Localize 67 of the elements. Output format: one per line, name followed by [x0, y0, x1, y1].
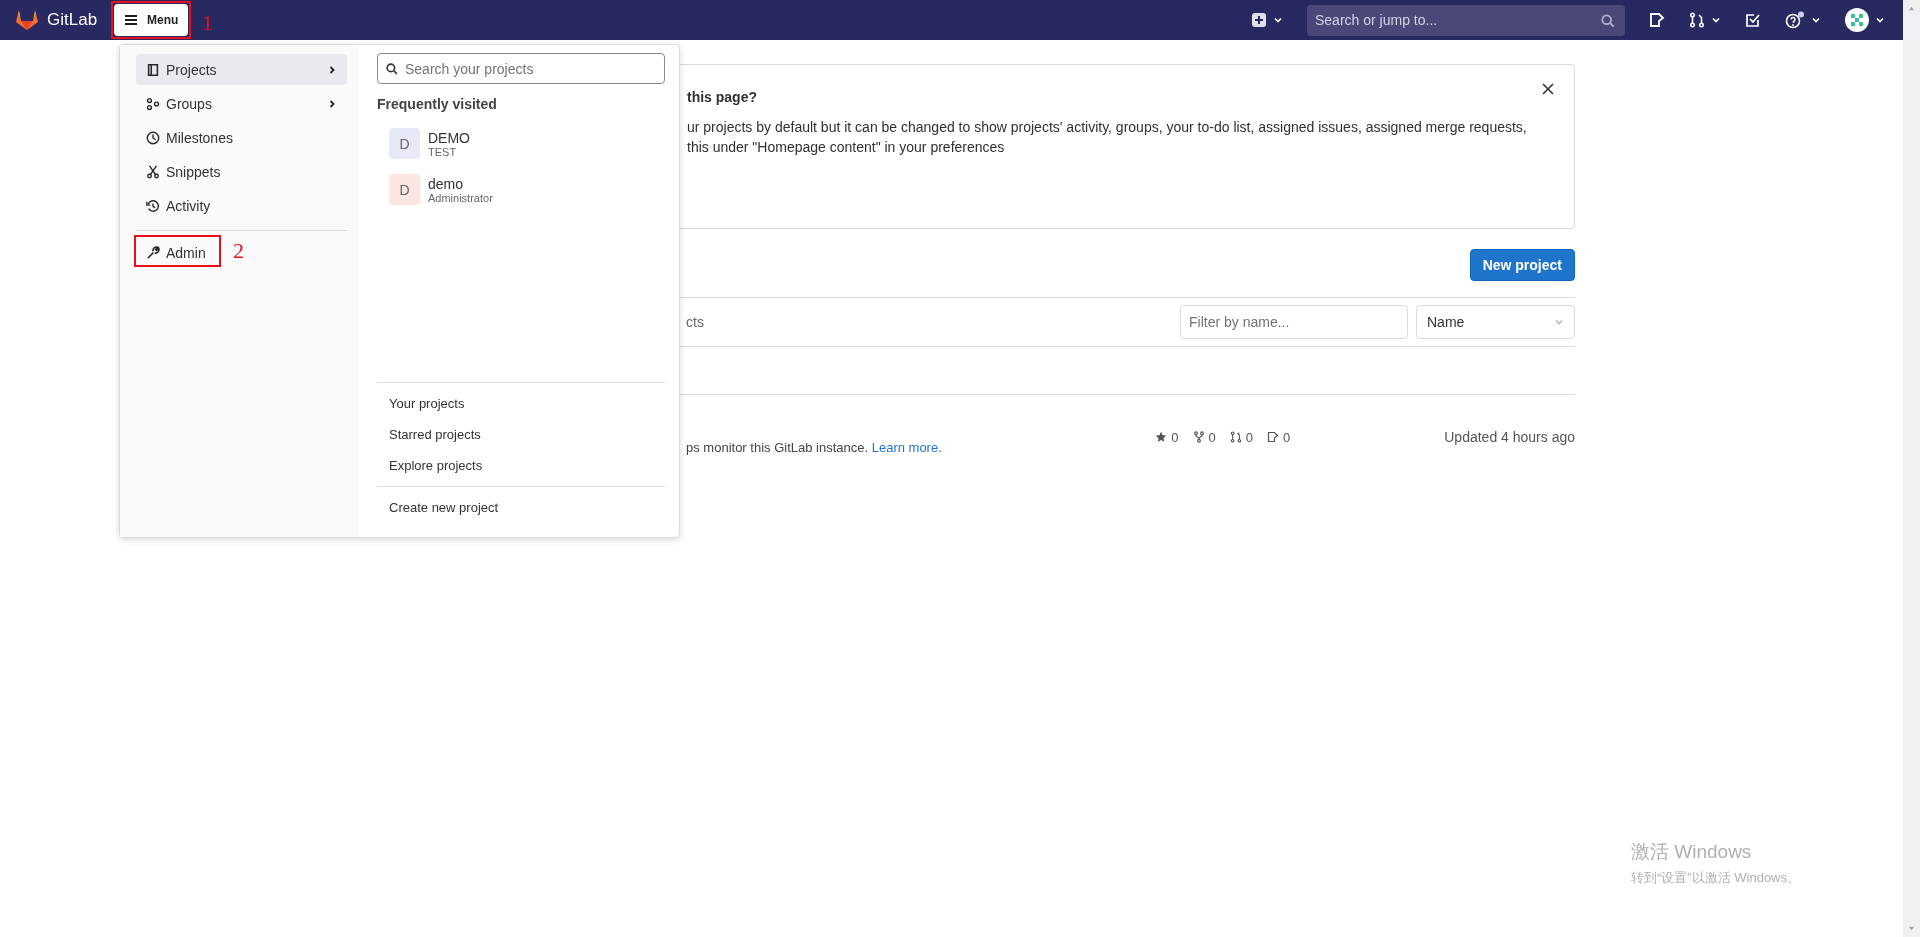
chevron-down-icon: [1711, 15, 1721, 25]
project-name: DEMO: [428, 129, 470, 146]
stat-count: 0: [1245, 429, 1253, 445]
learn-more-link[interactable]: Learn more.: [871, 440, 942, 455]
search-field[interactable]: Search or jump to...: [1307, 4, 1625, 36]
project-description: ps monitor this GitLab instance. Learn more.: [686, 439, 942, 455]
menu-link[interactable]: Starred projects: [377, 419, 665, 450]
new-project-button[interactable]: New project: [1469, 249, 1575, 281]
card-title: this page?: [687, 89, 758, 105]
avatar-icon[interactable]: [1845, 8, 1869, 32]
menu-item[interactable]: Snippets: [136, 156, 347, 187]
issue-icon: [1267, 431, 1279, 443]
help-icon[interactable]: [1785, 11, 1805, 29]
menu-item[interactable]: Projects: [136, 54, 347, 85]
card-text: ur projects by default but it can be changed to show projects' activity, groups, your to-do list, assigned issues, assigned merge requests,: [687, 118, 1528, 137]
section-heading: Frequently visited: [377, 96, 498, 112]
chevron-down-icon: [1811, 15, 1821, 25]
fox-logo-icon[interactable]: [15, 9, 39, 31]
stat-count: 0: [1171, 429, 1179, 445]
filter-field[interactable]: Filter by name...: [1180, 305, 1408, 339]
menu-item[interactable]: Activity: [136, 190, 347, 221]
menu-item[interactable]: Milestones: [136, 122, 347, 153]
fork-icon: [1192, 431, 1205, 443]
scissors-icon: [146, 164, 160, 179]
updated-time: Updated 4 hours ago: [1444, 429, 1575, 445]
star-icon: [1155, 431, 1168, 443]
stat-count: 0: [1283, 429, 1291, 445]
sort-dropdown[interactable]: Name: [1416, 305, 1575, 339]
card-text: this under "Homepage content" in your preferences: [687, 138, 1006, 157]
activation-hint: 转到“设置”以激活 Windows。: [1631, 869, 1800, 887]
chevron-down-icon: [1273, 15, 1283, 25]
chevron-down-icon: [1554, 317, 1564, 327]
project-namespace: TEST: [428, 145, 458, 158]
plus-square-icon[interactable]: [1251, 12, 1267, 28]
admin-menu-item[interactable]: Admin: [136, 237, 216, 268]
activation-title: 激活 Windows: [1631, 840, 1753, 864]
search-icon: [1601, 13, 1615, 28]
project-item[interactable]: D demo Administrator: [377, 170, 665, 209]
hamburger-icon: [124, 14, 139, 26]
merge-request-icon[interactable]: [1689, 12, 1705, 28]
close-icon[interactable]: [1542, 83, 1554, 95]
stat-count: 0: [1208, 429, 1216, 445]
clock-icon: [146, 130, 160, 145]
chevron-down-icon: [1875, 15, 1885, 25]
project-avatar: D: [389, 128, 420, 159]
menu-link[interactable]: Your projects: [377, 388, 665, 419]
annotation-number: 1: [202, 10, 214, 36]
annotation-number: 2: [233, 238, 244, 264]
project-avatar: D: [389, 174, 420, 205]
project-namespace: Administrator: [428, 191, 493, 204]
issue-icon[interactable]: [1649, 12, 1665, 28]
book-icon: [146, 62, 160, 77]
tab-label[interactable]: cts: [686, 314, 704, 330]
search-icon: [386, 63, 398, 75]
menu-link[interactable]: Explore projects: [377, 450, 665, 481]
project-name: demo: [428, 175, 465, 192]
menu-item[interactable]: Groups: [136, 88, 347, 119]
project-item[interactable]: D DEMO TEST: [377, 124, 665, 163]
merge-request-icon: [1229, 431, 1242, 443]
menu-button[interactable]: Menu: [114, 4, 189, 36]
create-project-link[interactable]: Create new project: [377, 492, 665, 523]
history-icon: [146, 198, 160, 213]
project-search-field[interactable]: Search your projects: [377, 53, 665, 84]
wrench-icon: [146, 245, 160, 260]
group-icon: [146, 96, 160, 111]
checkbox-icon[interactable]: [1745, 12, 1761, 28]
logo-text[interactable]: GitLab: [47, 10, 98, 30]
